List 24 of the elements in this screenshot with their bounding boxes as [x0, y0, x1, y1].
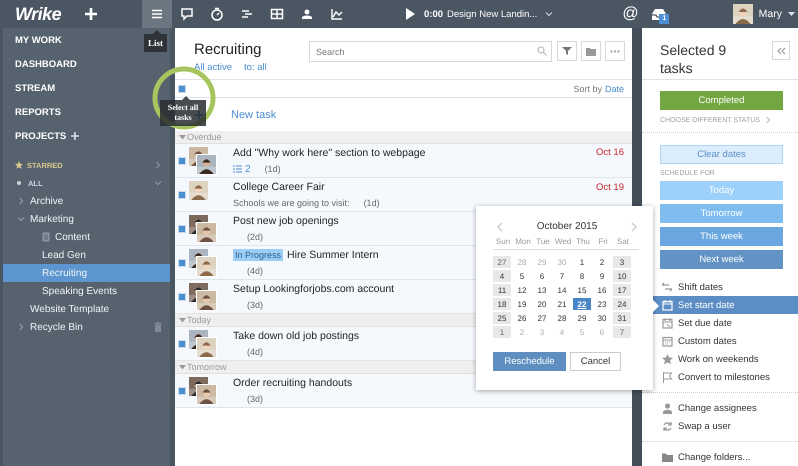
- month-title: October 2015: [536, 221, 598, 232]
- duration: (3d): [247, 394, 264, 404]
- duration: (2d): [247, 232, 264, 242]
- sort-label: Sort by: [573, 84, 602, 94]
- duration: (1d): [364, 198, 380, 208]
- weekday-label: Thu: [575, 237, 591, 246]
- duration: (1d): [264, 164, 281, 174]
- weekday-label: Wed: [554, 237, 572, 246]
- weekday-label: Tue: [535, 237, 551, 246]
- task-description: Schools we are going to visit:: [233, 198, 350, 208]
- status-tag: In Progress: [233, 249, 284, 261]
- weekday-label: Fri: [597, 237, 609, 246]
- duration: (4d): [247, 347, 264, 357]
- panel-title: Selected 9 tasks: [660, 41, 728, 78]
- weekday-label: Sat: [616, 237, 630, 246]
- due-date: Oct 16: [596, 147, 624, 158]
- weekday-label: Sun: [494, 237, 512, 246]
- timer-time: 0:00: [424, 8, 444, 20]
- page-title: Recruiting: [194, 41, 263, 58]
- weekday-label: Mon: [514, 237, 532, 246]
- duration: (4d): [247, 266, 264, 276]
- duration: (3d): [247, 300, 264, 310]
- due-date: Oct 19: [596, 182, 624, 192]
- wrike-logo: Wrike: [15, 4, 62, 24]
